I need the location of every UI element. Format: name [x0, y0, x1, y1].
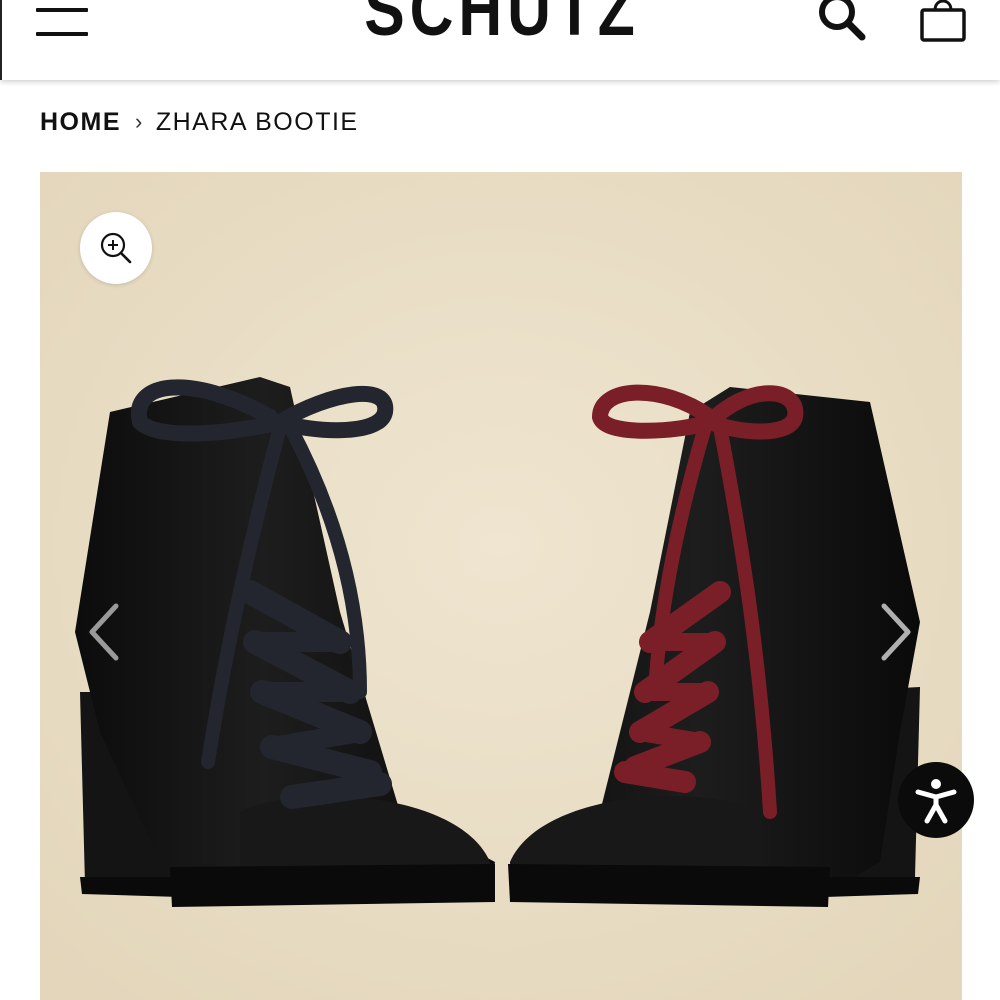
accessibility-person-icon	[915, 779, 957, 824]
hamburger-menu-icon[interactable]	[36, 8, 88, 40]
breadcrumb-home-link[interactable]: HOME	[40, 108, 121, 137]
brand-logo[interactable]: SCHUTZ	[92, 0, 912, 50]
chevron-left-icon	[89, 603, 119, 661]
product-image-gallery[interactable]	[40, 172, 962, 1000]
site-header: SCHUTZ	[0, 0, 1000, 80]
previous-image-button[interactable]	[82, 600, 128, 664]
search-icon[interactable]	[812, 0, 868, 44]
shopping-bag-icon[interactable]	[916, 0, 970, 46]
next-image-button[interactable]	[872, 600, 918, 664]
zoom-button[interactable]	[80, 212, 152, 284]
accessibility-button[interactable]	[898, 762, 974, 838]
zoom-in-icon	[100, 232, 132, 264]
breadcrumb: HOME › ZHARA BOOTIE	[40, 106, 359, 138]
product-image[interactable]	[40, 172, 962, 1000]
chevron-right-icon	[881, 603, 911, 661]
breadcrumb-separator: ›	[135, 109, 144, 134]
breadcrumb-current-page: ZHARA BOOTIE	[155, 107, 359, 136]
